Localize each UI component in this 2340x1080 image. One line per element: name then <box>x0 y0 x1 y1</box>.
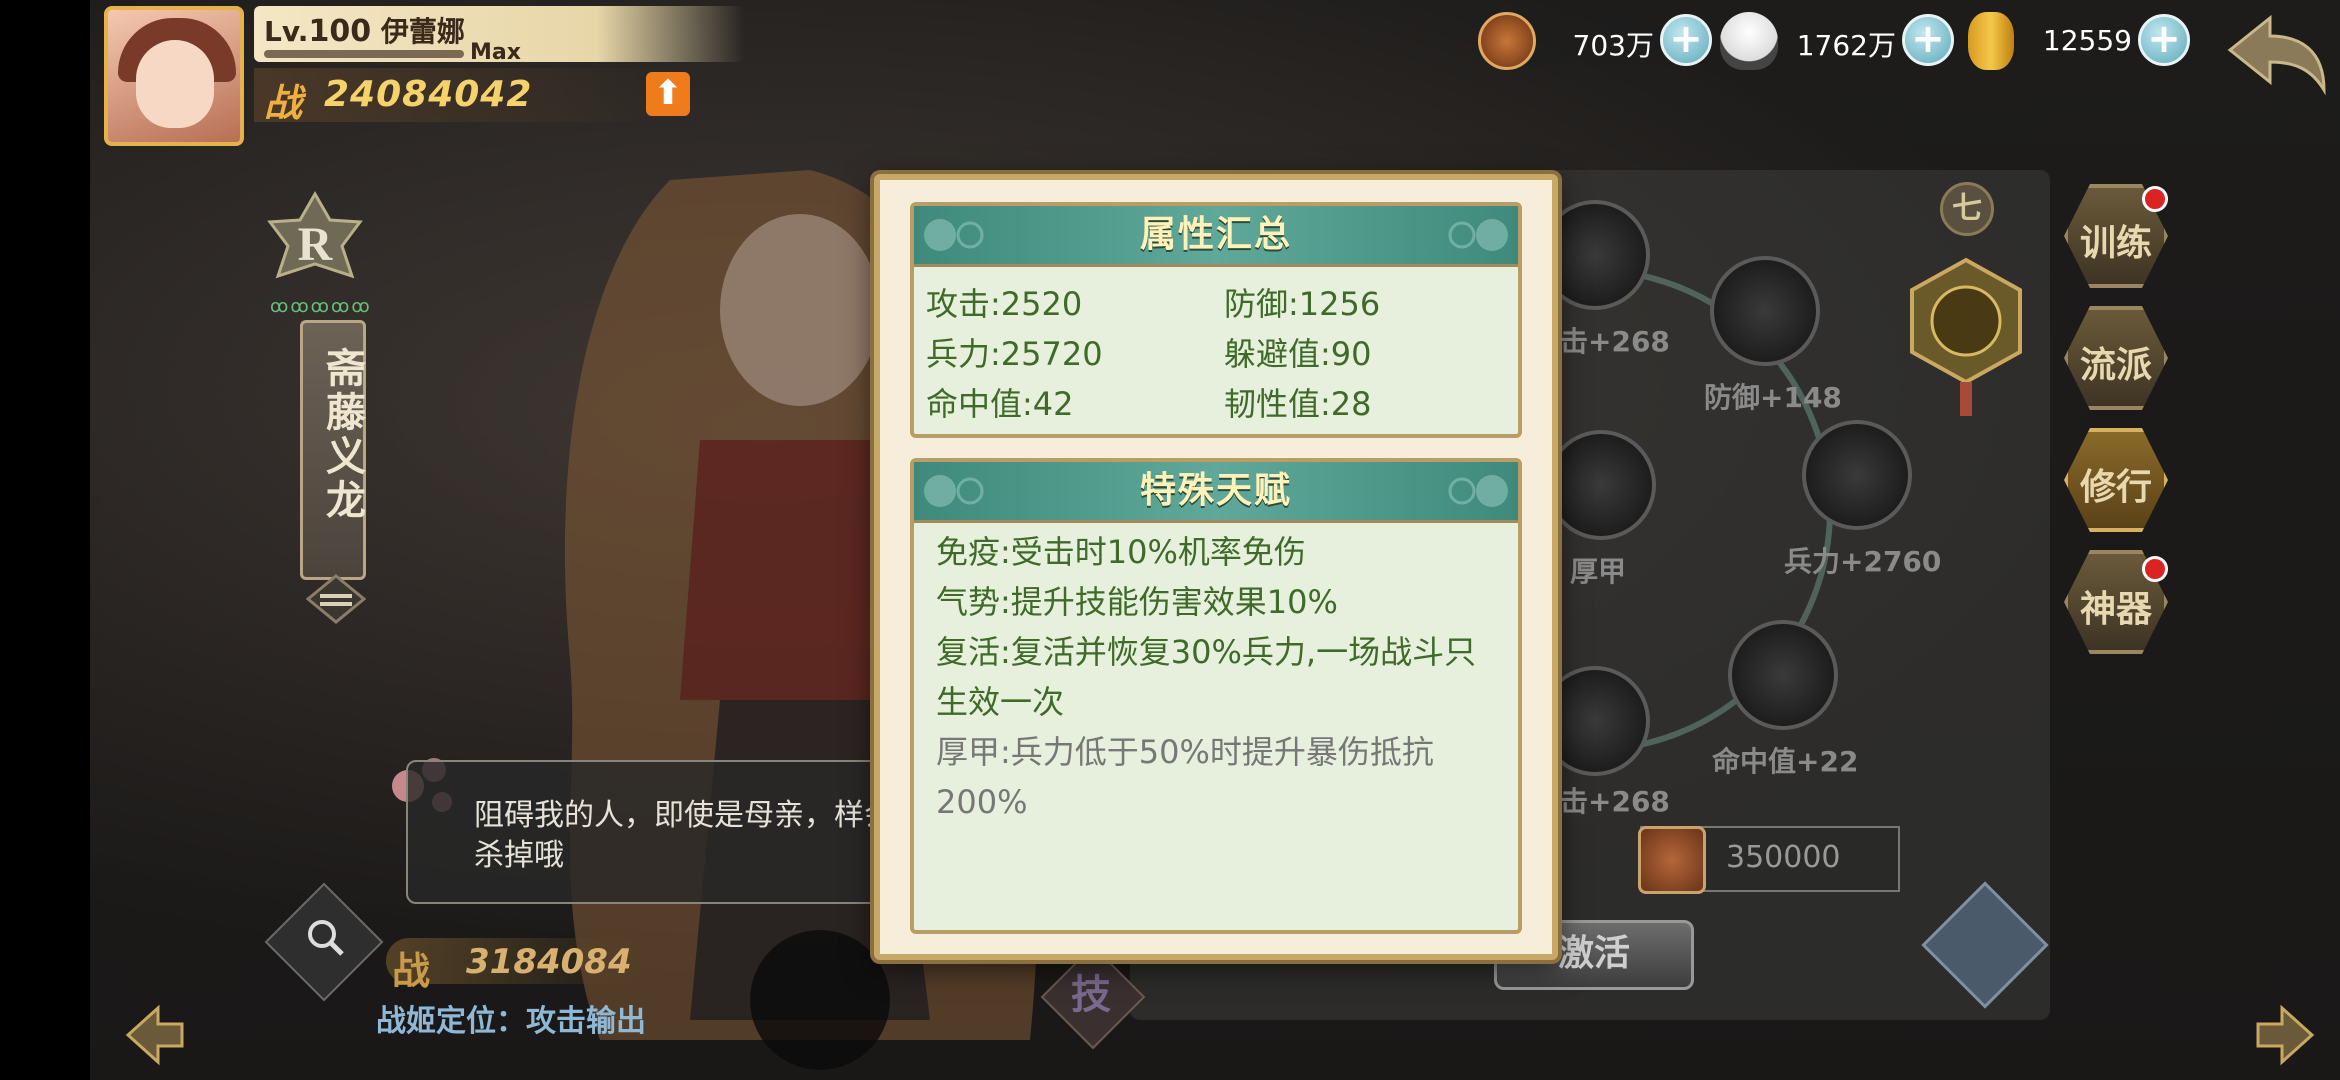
hero-name-banner: 斋藤义龙 <box>300 320 366 580</box>
skill-node-defense[interactable] <box>1710 256 1820 366</box>
prev-hero-arrow-icon[interactable] <box>120 1000 190 1070</box>
attribute-summary-popup[interactable]: 属性汇总 攻击:2520 防御:1256 兵力:25720 躲避值:90 命中值… <box>874 174 1558 960</box>
copper-coin-icon <box>1478 12 1536 70</box>
power-up-arrow-icon[interactable]: ⬆ <box>646 72 690 116</box>
cost-coin-icon <box>1638 826 1706 894</box>
skill-node-label: 击+268 <box>1560 785 1670 818</box>
rank-stars: ꝏꝏꝏꝏꝏ <box>270 296 372 317</box>
player-level-bar: Lv.100 伊蕾娜 Max <box>254 6 744 65</box>
talent-heavy-armor: 厚甲:兵力低于50%时提升暴伤抵抗200% <box>936 733 1434 821</box>
gold-koban-icon <box>1968 12 2014 70</box>
skill-node-label: 厚甲 <box>1570 555 1627 588</box>
talent-immunity: 免疫:受击时10%机率免伤 <box>936 533 1306 571</box>
currency-rice: 1762万 + <box>1720 12 1956 70</box>
player-level-name: Lv.100 伊蕾娜 <box>264 14 465 49</box>
stat-accuracy: 命中值:42 <box>926 385 1074 423</box>
medal-pendant-icon <box>1910 257 2022 416</box>
xp-bar <box>264 50 464 58</box>
stats-grid: 攻击:2520 防御:1256 兵力:25720 躲避值:90 命中值:42 韧… <box>914 267 1518 423</box>
stat-attack: 攻击:2520 <box>926 285 1083 323</box>
attribute-section-header: 属性汇总 <box>914 206 1518 267</box>
hero-power: 战 3184084 <box>386 938 646 993</box>
skill-node-label: 命中值+22 <box>1712 745 1859 778</box>
tab-training-notify-dot <box>2142 186 2168 212</box>
add-copper-button[interactable]: + <box>1660 14 1712 66</box>
talent-section: 特殊天赋 免疫:受击时10%机率免伤 气势:提升技能伤害效果10% 复活:复活并… <box>910 458 1522 934</box>
skill-node-label: 防御+148 <box>1704 381 1842 414</box>
magnifier-icon <box>308 920 344 956</box>
talent-revive: 复活:复活并恢复30%兵力,一场战斗只生效一次 <box>936 633 1477 721</box>
player-power: 战 24084042 <box>254 68 674 125</box>
skill-node-label: 兵力+2760 <box>1784 545 1942 578</box>
currency-gold: 12559 + <box>1968 12 2192 70</box>
tab-artifact-notify-dot <box>2142 556 2168 582</box>
back-arrow-icon[interactable] <box>2220 10 2330 100</box>
activation-cost: 350000 <box>1638 826 1900 894</box>
svg-text:R: R <box>298 218 334 271</box>
skill-node-label: 击+268 <box>1560 325 1670 358</box>
add-gold-button[interactable]: + <box>2138 14 2190 66</box>
stat-troops: 兵力:25720 <box>926 335 1103 373</box>
talent-momentum: 气势:提升技能伤害效果10% <box>936 583 1338 621</box>
next-hero-arrow-icon[interactable] <box>2250 1000 2320 1070</box>
currency-copper: 703万 + <box>1478 12 1714 70</box>
skill-node-armor[interactable] <box>1546 430 1656 540</box>
attribute-section: 属性汇总 攻击:2520 防御:1256 兵力:25720 躲避值:90 命中值… <box>910 202 1522 438</box>
hero-quote-bubble: 阻碍我的人，即使是母亲，样会杀掉哦 <box>406 760 926 904</box>
xp-max-label: Max <box>470 40 521 65</box>
rank-badge: R <box>267 190 363 279</box>
technique-label: 技 <box>1071 972 1111 1018</box>
skill-node-accuracy[interactable] <box>1728 620 1838 730</box>
skill-node-troops[interactable] <box>1802 420 1912 530</box>
rice-ball-icon <box>1720 12 1778 70</box>
stat-defense: 防御:1256 <box>1224 285 1381 323</box>
hero-role: 战姬定位：攻击输出 <box>376 1004 646 1039</box>
talent-section-header: 特殊天赋 <box>914 462 1518 523</box>
player-avatar[interactable] <box>104 6 244 146</box>
stat-toughness: 韧性值:28 <box>1224 385 1372 423</box>
tier-badge: 七 <box>1940 182 1994 236</box>
add-rice-button[interactable]: + <box>1902 14 1954 66</box>
banner-switch-icon[interactable] <box>306 574 366 624</box>
player-card[interactable]: Lv.100 伊蕾娜 Max 战 24084042 ⬆ <box>104 0 744 150</box>
stat-evasion: 躲避值:90 <box>1224 335 1372 373</box>
